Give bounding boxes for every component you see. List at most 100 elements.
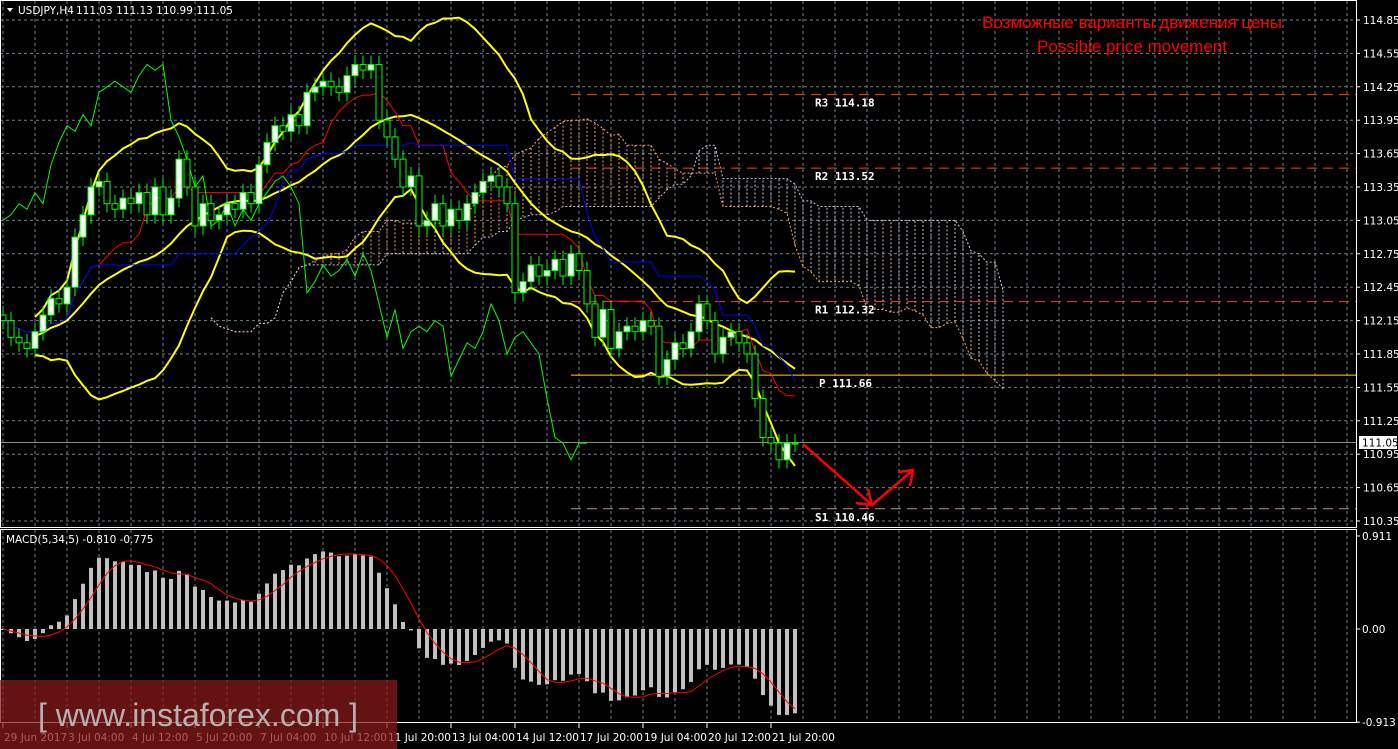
candle-body (215, 214, 223, 221)
price-tick-label: 113.95 (1363, 115, 1398, 127)
candle-body (455, 208, 463, 221)
candle-body (79, 214, 87, 238)
price-tick-label: 114.85 (1363, 15, 1398, 27)
candle-body (655, 325, 663, 377)
candle-body (703, 303, 711, 322)
macd-histogram-bar (569, 629, 573, 675)
macd-histogram-bar (473, 629, 477, 655)
candle-body (15, 336, 23, 344)
macd-histogram-bar (305, 558, 309, 629)
candle-body (439, 203, 447, 227)
macd-histogram-bar (105, 558, 109, 629)
candle-body (295, 114, 303, 127)
candle-body (39, 314, 47, 333)
pivot-label-r3: R3 114.18 (815, 97, 875, 110)
candle-body (511, 203, 519, 294)
price-tick-label: 111.85 (1363, 349, 1398, 361)
candle-body (303, 91, 311, 127)
macd-histogram-bar (385, 588, 389, 629)
time-tick-label: 11 Jul 20:00 (388, 732, 451, 744)
candle-body (239, 192, 247, 210)
macd-histogram-bar (465, 629, 469, 661)
candle-body (103, 180, 111, 205)
macd-histogram-bar (153, 570, 157, 629)
macd-histogram-bar (161, 577, 165, 629)
candle-body (495, 175, 503, 188)
macd-histogram-bar (321, 551, 325, 629)
price-tick-label: 111.25 (1363, 416, 1398, 428)
candle-body (471, 192, 479, 205)
candle-body (351, 64, 359, 77)
macd-histogram-bar (689, 629, 693, 682)
candle-body (791, 442, 799, 445)
macd-histogram-bar (577, 629, 581, 675)
candle-body (279, 125, 287, 132)
candle-body (319, 80, 327, 88)
macd-histogram-bar (721, 629, 725, 668)
time-tick-label: 19 Jul 04:00 (644, 732, 707, 744)
macd-histogram-bar (225, 600, 229, 629)
macd-histogram-bar (129, 564, 133, 629)
candle-body (479, 180, 487, 194)
candle-body (399, 158, 407, 188)
candle-body (535, 264, 543, 277)
candle-body (119, 197, 127, 210)
candle-body (431, 203, 439, 221)
watermark-text: [ www.instaforex.com ] (38, 697, 358, 733)
macd-histogram-bar (457, 629, 461, 665)
macd-histogram-bar (145, 572, 149, 629)
macd-histogram-bar (97, 557, 101, 629)
price-tick-label: 110.65 (1363, 483, 1398, 495)
macd-tick-label: -0.913 (1362, 717, 1396, 729)
macd-histogram-bar (409, 629, 413, 631)
price-chart[interactable]: R3 114.18 R2 113.52 R1 112.32 P 111.66 S1 11… (0, 0, 1398, 749)
candle-body (575, 253, 583, 272)
price-tick-label: 113.05 (1363, 215, 1398, 227)
macd-histogram-bar (361, 555, 365, 629)
pivot-label-p: P 111.66 (819, 377, 872, 390)
candle-body (23, 342, 31, 349)
candle-body (175, 158, 183, 199)
macd-histogram-bar (417, 629, 421, 649)
macd-histogram-bar (769, 629, 773, 706)
candle-body (583, 270, 591, 305)
price-tick-label: 112.75 (1363, 249, 1398, 261)
candle-body (639, 320, 647, 333)
candle-body (247, 192, 255, 205)
macd-histogram-bar (217, 600, 221, 629)
candle-body (415, 175, 423, 227)
candle-body (695, 303, 703, 333)
candle-body (503, 186, 511, 205)
candle-body (47, 297, 55, 316)
candle-body (335, 86, 343, 93)
macd-histogram-bar (729, 629, 733, 665)
candle-body (759, 398, 767, 438)
candle-body (631, 325, 639, 333)
time-tick-label: 21 Jul 20:00 (772, 732, 835, 744)
macd-histogram-bar (113, 561, 117, 629)
candle-body (519, 281, 527, 294)
pivot-label-r2: R2 113.52 (815, 170, 875, 183)
macd-histogram-bar (169, 578, 173, 629)
candle-body (63, 286, 71, 305)
pivot-label-r1: R1 112.32 (815, 304, 875, 317)
candle-body (423, 219, 431, 227)
candle-body (55, 297, 63, 305)
macd-histogram-bar (481, 629, 485, 648)
macd-histogram-bar (681, 629, 685, 690)
candle-body (375, 64, 383, 121)
time-tick-label: 14 Jul 12:00 (516, 732, 579, 744)
macd-histogram-bar (593, 629, 597, 694)
macd-histogram-bar (201, 589, 205, 629)
macd-histogram-bar (313, 554, 317, 629)
candle-body (607, 308, 615, 349)
macd-histogram-bar (233, 602, 237, 629)
candle-body (663, 359, 671, 377)
candle-body (287, 114, 295, 132)
candle-body (527, 264, 535, 283)
candle-body (159, 186, 167, 216)
candle-body (615, 331, 623, 349)
macd-histogram-bar (57, 621, 61, 629)
macd-histogram-bar (625, 629, 629, 698)
macd-histogram-bar (745, 629, 749, 667)
